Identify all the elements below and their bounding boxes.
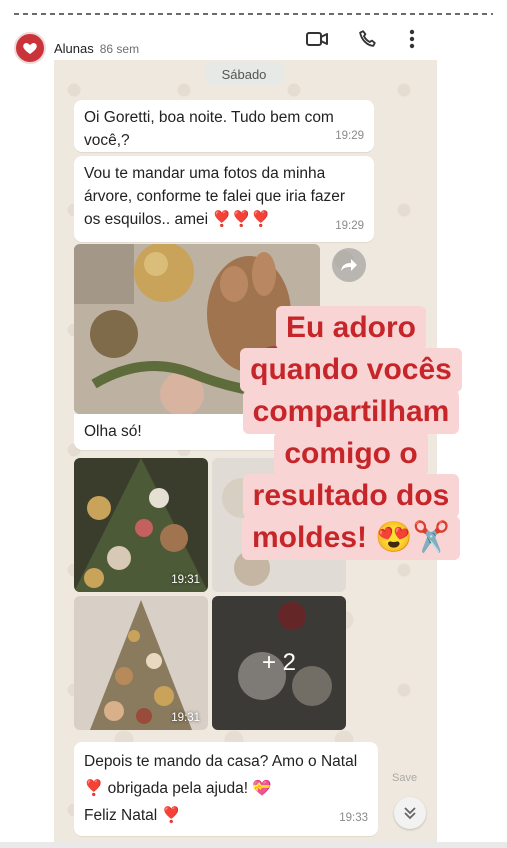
heart-emoji: ❣️❣️❣️ (212, 211, 271, 228)
message-text: Depois te mando da casa? Amo o Natal (84, 753, 358, 770)
story-time: 86 sem (99, 42, 140, 56)
kebab-menu-icon[interactable] (399, 26, 425, 52)
bottom-edge (0, 842, 507, 848)
heart-emoji: ❣️ (84, 780, 104, 797)
video-camera-icon[interactable] (304, 26, 330, 52)
christmas-tree-photo (74, 596, 208, 730)
message-text: Oi Goretti, boa noite. Tudo bem com você… (84, 109, 334, 149)
message-time: 19:33 (339, 812, 368, 824)
caption-line: compartilham (242, 390, 460, 434)
avatar[interactable] (14, 32, 46, 64)
forward-arrow-icon (341, 259, 357, 271)
phone-icon[interactable] (355, 26, 381, 52)
caption-line: resultado dos (242, 474, 460, 518)
message-time: 19:29 (335, 220, 364, 232)
save-label: Save (392, 772, 418, 784)
message-bubble[interactable]: Depois te mando da casa? Amo o Natal ❣️ … (74, 742, 378, 836)
forward-button[interactable] (332, 248, 366, 282)
caption-line: quando vocês (240, 348, 462, 392)
caption-line: Eu adoro (275, 306, 426, 350)
christmas-tree-photo (74, 458, 208, 592)
message-bubble[interactable]: Vou te mandar uma fotos da minha árvore,… (74, 156, 374, 242)
photo-grid-item[interactable]: 19:31 (74, 458, 208, 592)
message-bubble[interactable]: Oi Goretti, boa noite. Tudo bem com você… (74, 100, 374, 152)
play-icon[interactable] (423, 34, 449, 60)
message-text: obrigada pela ajuda! (107, 780, 249, 797)
photo-time: 19:31 (171, 712, 200, 724)
scroll-down-button[interactable] (394, 797, 426, 829)
photo-grid-item[interactable]: 19:31 (74, 596, 208, 730)
message-text: Feliz Natal (84, 807, 158, 824)
message-text: Olha só! (84, 423, 142, 440)
photo-time: 19:31 (171, 574, 200, 586)
account-info: Alunas 86 sem (54, 41, 139, 56)
message-time: 19:29 (335, 130, 364, 142)
double-chevron-down-icon (404, 807, 416, 820)
caption-line: moldes! 😍✂️ (241, 516, 461, 560)
caption-line: comigo o (274, 432, 428, 476)
more-photos-count[interactable]: + 2 (212, 596, 346, 730)
story-caption: Eu adoro quando vocês compartilham comig… (220, 306, 482, 560)
account-name[interactable]: Alunas (54, 41, 94, 56)
story-progress-bar (14, 13, 493, 15)
heart-icon (23, 43, 37, 54)
gift-heart-emoji: 💝 (252, 780, 272, 797)
photo-grid-item[interactable]: + 2 (212, 596, 346, 730)
heart-emoji: ❣️ (161, 807, 181, 824)
more-options-icon[interactable] (458, 34, 484, 60)
date-chip: Sábado (205, 62, 283, 86)
